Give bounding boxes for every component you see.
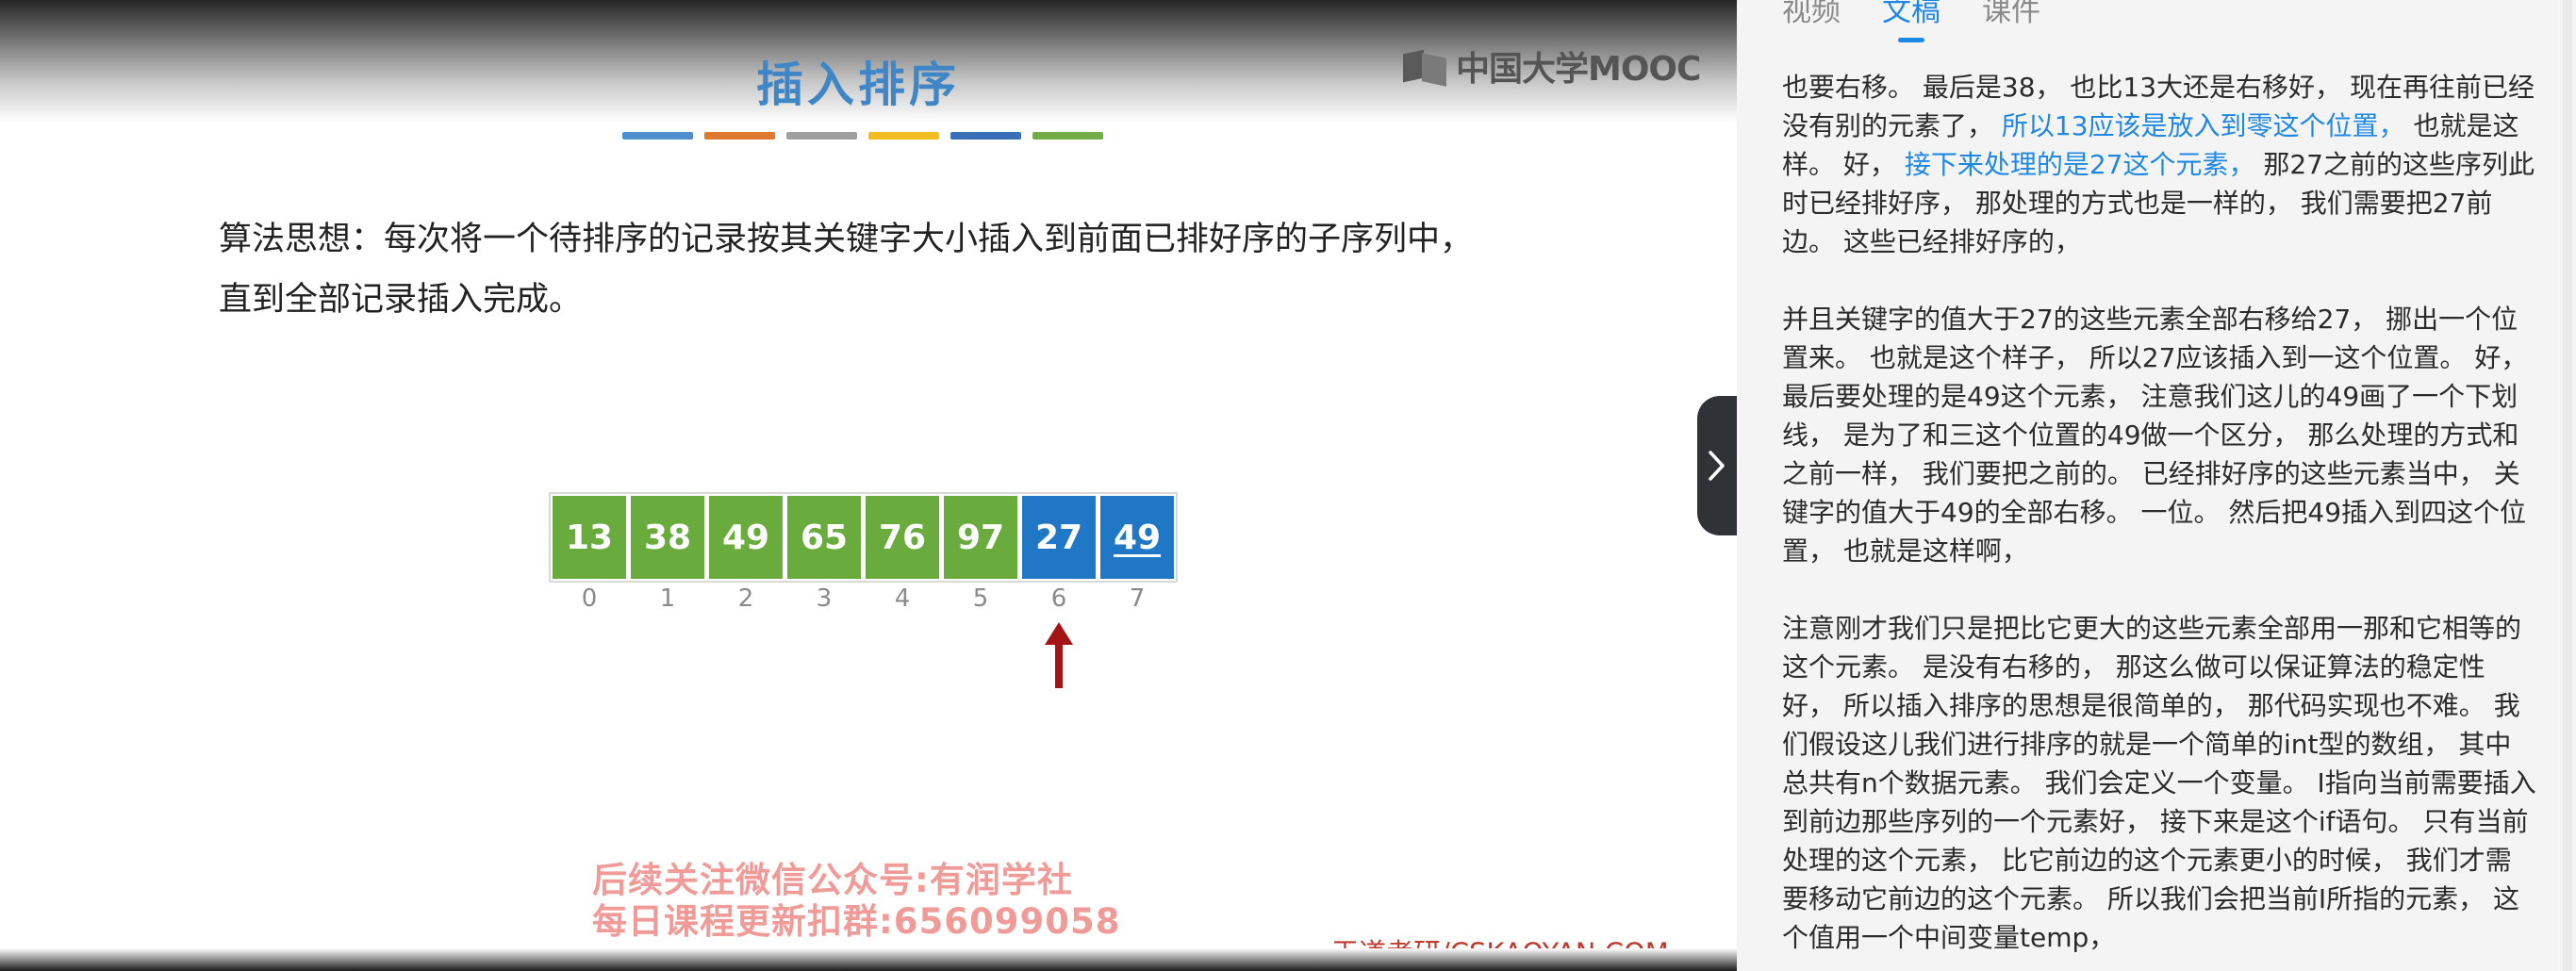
algorithm-description: 算法思想：每次将一个待排序的记录按其关键字大小插入到前面已排好序的子序列中， 直… (219, 209, 1633, 330)
array-diagram: 13 38 49 65 76 97 27 49 (549, 492, 1178, 583)
array-cell-value: 76 (878, 518, 927, 557)
tab-label: 视频 (1782, 0, 1841, 28)
bottom-gradient (0, 948, 1737, 971)
color-bar (1032, 132, 1103, 140)
watermark: 后续关注微信公众号:有润学社 每日课程更新扣群:656099058 (592, 860, 1121, 943)
panel-tabs: 视频 文稿 课件 (1782, 0, 2040, 42)
array-cell: 13 (553, 496, 626, 579)
tab-0[interactable]: 视频 (1782, 0, 1841, 29)
pointer-arrow-icon (1045, 622, 1073, 688)
active-tab-indicator (1898, 38, 1924, 42)
algorithm-line-1: 算法思想：每次将一个待排序的记录按其关键字大小插入到前面已排好序的子序列中， (219, 221, 1474, 258)
array-index: 1 (659, 584, 676, 613)
array-cell-value: 49 (1113, 518, 1162, 557)
algorithm-line-2: 直到全部记录插入完成。 (219, 281, 583, 319)
slide-title: 插入排序 (756, 58, 960, 112)
tab-label: 文稿 (1882, 0, 1940, 28)
decorative-color-bars (622, 132, 1103, 140)
transcript-paragraph-1: 也要右移。 最后是38， 也比13大还是右移好， 现在再往前已经没有别的元素了，… (1782, 68, 2536, 261)
transcript-highlight[interactable]: 所以13应该是放入到零这个位置， (2002, 110, 2405, 141)
chevron-right-icon (1709, 451, 1725, 481)
array-cell: 27 (1022, 496, 1096, 579)
array-index: 2 (737, 584, 754, 613)
tab-1[interactable]: 文稿 (1882, 0, 1940, 42)
array-cell: 65 (787, 496, 861, 579)
array-cell: 97 (944, 496, 1017, 579)
transcript-panel: 视频 文稿 课件 也要右移。 最后是38， 也比13大还是右移好， 现在再往前已经没… (1737, 0, 2576, 971)
array-cell: 76 (866, 496, 939, 579)
array-index: 6 (1050, 584, 1067, 613)
array-cell: 49 (1100, 496, 1174, 579)
color-bar (950, 132, 1021, 140)
array-indices: 0 1 2 3 4 5 6 7 (551, 584, 1176, 613)
transcript-scrollbar[interactable] (2563, 0, 2572, 971)
array-index: 7 (1129, 584, 1146, 613)
color-bar (704, 132, 775, 140)
mooc-logo-icon (1403, 46, 1450, 87)
tab-label: 课件 (1982, 0, 2040, 28)
watermark-line-1: 后续关注微信公众号:有润学社 (592, 860, 1073, 900)
color-bar (622, 132, 693, 140)
mooc-logo: 中国大学MOOC (1403, 43, 1701, 89)
video-player[interactable]: 插入排序 中国大学MOOC 算法思想：每次将一个待排序的记录按其关键字大小插入到… (0, 0, 1737, 971)
array-cell: 49 (709, 496, 783, 579)
array-cell-value: 27 (1034, 518, 1083, 557)
array-cell-value: 49 (721, 518, 770, 557)
transcript-paragraph-3: 注意刚才我们只是把比它更大的这些元素全部用一那和它相等的这个元素。 是没有右移的… (1782, 613, 2536, 953)
array-index: 5 (972, 584, 989, 613)
array-cell-value: 97 (956, 518, 1005, 557)
transcript-highlight[interactable]: 接下来处理的是27这个元素， (1905, 149, 2255, 180)
transcript-paragraph-2: 并且关键字的值大于27的这些元素全部右移给27， 挪出一个位置来。 也就是这个样… (1782, 304, 2528, 567)
watermark-line-2: 每日课程更新扣群:656099058 (592, 901, 1121, 942)
mooc-logo-text: 中国大学MOOC (1456, 50, 1701, 89)
array-index: 3 (816, 584, 833, 613)
array-index: 4 (894, 584, 911, 613)
color-bar (786, 132, 857, 140)
array-cell: 38 (631, 496, 704, 579)
array-cell-value: 65 (800, 518, 849, 557)
color-bar (868, 132, 939, 140)
transcript-text[interactable]: 也要右移。 最后是38， 也比13大还是右移好， 现在再往前已经没有别的元素了，… (1782, 68, 2536, 971)
collapse-panel-button[interactable] (1697, 396, 1737, 535)
array-cell-value: 38 (643, 518, 692, 557)
array-index: 0 (581, 584, 598, 613)
array-cell-value: 13 (565, 518, 614, 557)
tab-2[interactable]: 课件 (1982, 0, 2040, 29)
